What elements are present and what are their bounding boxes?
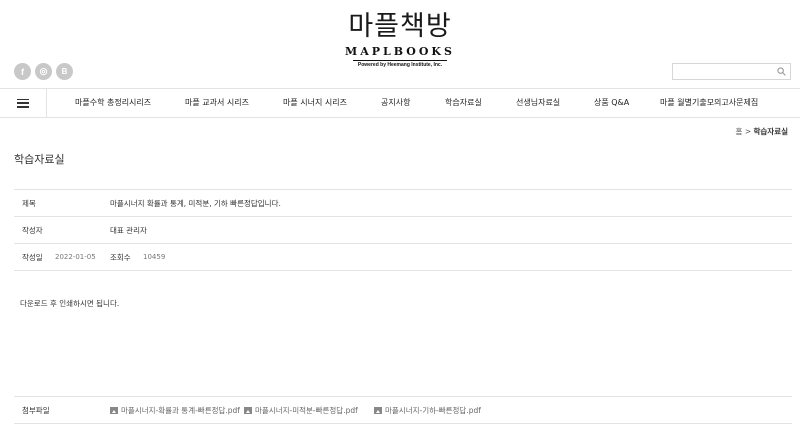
social-links: f ◎ B: [14, 63, 73, 80]
nav-item-study-materials[interactable]: 학습자료실: [445, 89, 482, 117]
attachments-row: 첨부파일 마플시너지-확률과 통계-빠른정답.pdf 마플시너지-미적분-빠른정…: [14, 396, 792, 424]
post-author-label: 작성자: [22, 226, 43, 235]
attachments-label: 첨부파일: [22, 406, 50, 415]
breadcrumb-home[interactable]: 홈: [736, 127, 743, 136]
post-view: 제목 마플시너지 확률과 통계, 미적분, 기하 빠른정답입니다. 작성자 대표…: [14, 189, 792, 398]
brand-divider: [353, 60, 447, 61]
nav-item-total-series[interactable]: 마플수학 총정리시리즈: [75, 89, 151, 117]
search-icon[interactable]: [777, 67, 786, 76]
brand-logo[interactable]: 마플책방 MAPLBOOKS Powered by Heemang Instit…: [0, 12, 800, 69]
attachment-link[interactable]: 마플시너지-기하-빠른정답.pdf: [374, 397, 481, 424]
image-file-icon: [374, 407, 382, 414]
image-file-icon: [110, 407, 118, 414]
hamburger-icon: [17, 98, 29, 108]
nav-item-monthly-exams[interactable]: 마플 월별기출모의고사문제집: [660, 89, 758, 117]
breadcrumb: 홈 > 학습자료실: [736, 126, 788, 137]
post-title: 마플시너지 확률과 통계, 미적분, 기하 빠른정답입니다.: [110, 199, 281, 208]
main-navigation: 마플수학 총정리시리즈 마플 교과서 시리즈 마플 시너지 시리즈 공지사항 학…: [0, 88, 800, 118]
post-author-row: 작성자 대표 관리자: [14, 216, 792, 243]
post-date: 2022-01-05: [55, 253, 96, 261]
post-meta-row: 작성일 2022-01-05 조회수 10459: [14, 243, 792, 270]
nav-item-notice[interactable]: 공지사항: [381, 89, 410, 117]
nav-item-product-qna[interactable]: 상품 Q&A: [594, 89, 629, 117]
post-title-row: 제목 마플시너지 확률과 통계, 미적분, 기하 빠른정답입니다.: [14, 189, 792, 216]
attachment-name: 마플시너지-미적분-빠른정답.pdf: [255, 406, 358, 415]
brand-korean-name: 마플책방: [348, 11, 452, 42]
post-views: 10459: [143, 253, 166, 261]
nav-item-teacher-materials[interactable]: 선생님자료실: [516, 89, 560, 117]
attachment-link[interactable]: 마플시너지-미적분-빠른정답.pdf: [244, 397, 358, 424]
post-title-label: 제목: [22, 199, 36, 208]
post-content-text: 다운로드 후 인쇄하시면 됩니다.: [20, 299, 120, 308]
search-box: [672, 63, 791, 84]
attachment-link[interactable]: 마플시너지-확률과 통계-빠른정답.pdf: [110, 397, 240, 424]
post-date-label: 작성일: [22, 253, 43, 262]
post-content: 다운로드 후 인쇄하시면 됩니다.: [14, 270, 792, 398]
breadcrumb-separator: >: [744, 127, 752, 136]
nav-item-textbook-series[interactable]: 마플 교과서 시리즈: [185, 89, 249, 117]
image-file-icon: [244, 407, 252, 414]
attachment-name: 마플시너지-확률과 통계-빠른정답.pdf: [121, 406, 240, 415]
blog-icon[interactable]: B: [56, 63, 73, 80]
menu-button[interactable]: [0, 89, 47, 117]
post-author: 대표 관리자: [110, 226, 147, 235]
page-title: 학습자료실: [14, 153, 65, 166]
instagram-icon[interactable]: ◎: [35, 63, 52, 80]
brand-english-name: MAPLBOOKS: [345, 45, 455, 58]
facebook-icon[interactable]: f: [14, 63, 31, 80]
search-input[interactable]: [673, 69, 773, 84]
nav-item-synergy-series[interactable]: 마플 시너지 시리즈: [283, 89, 347, 117]
breadcrumb-current[interactable]: 학습자료실: [754, 127, 789, 136]
attachment-name: 마플시너지-기하-빠른정답.pdf: [385, 406, 481, 415]
post-views-label: 조회수: [110, 253, 131, 262]
